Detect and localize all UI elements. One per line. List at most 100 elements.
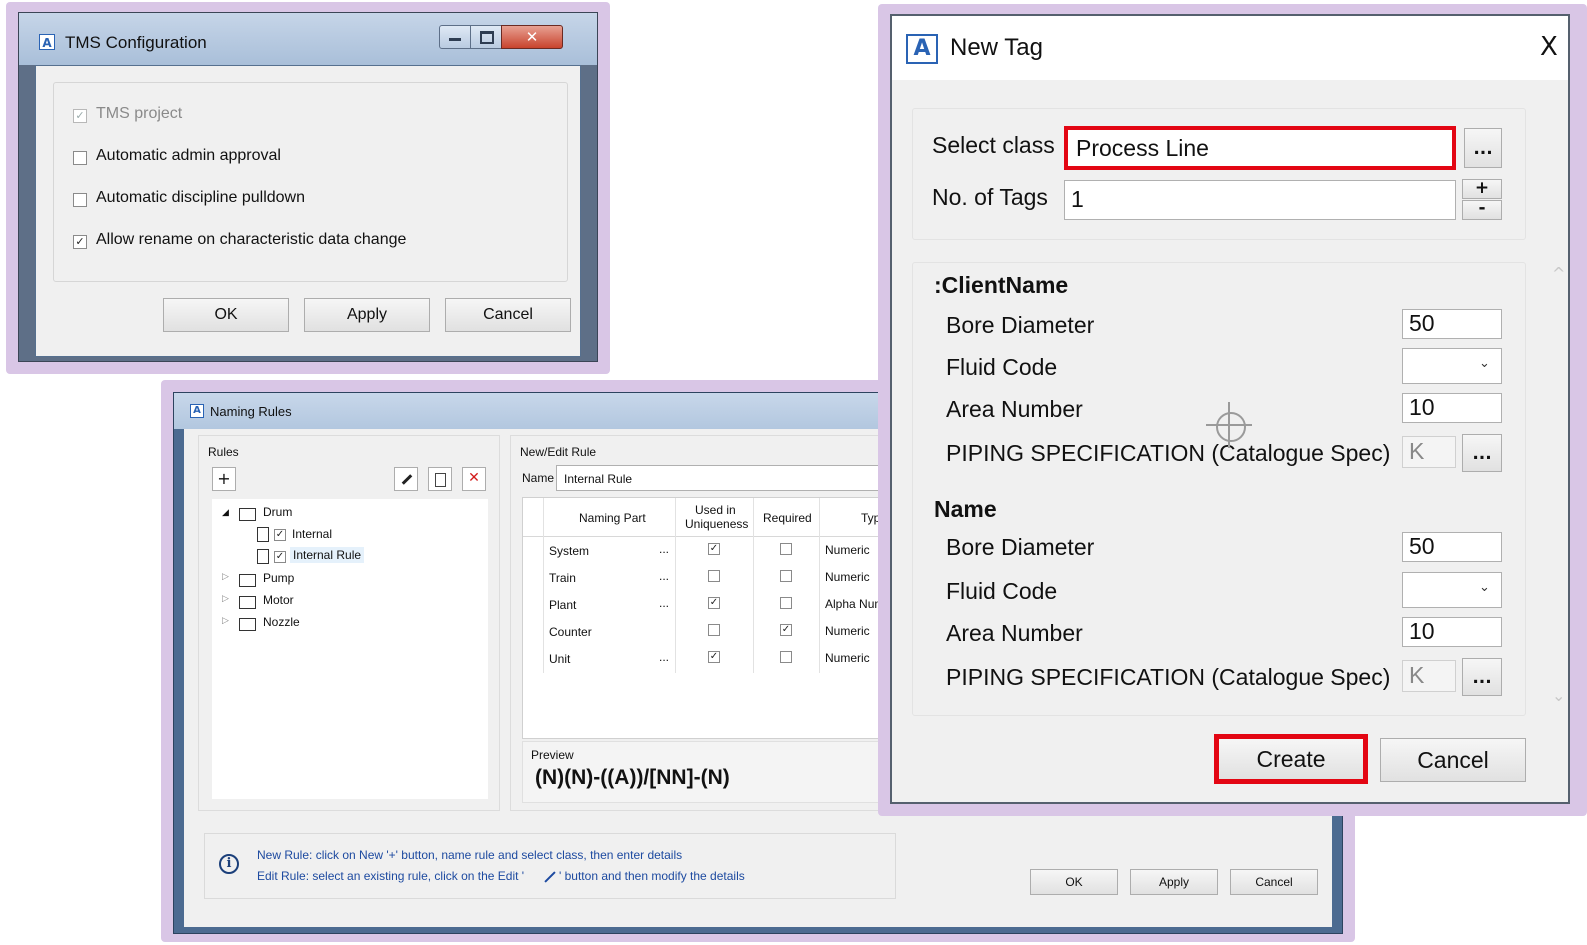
bore-diameter-input-2[interactable]: 50: [1402, 532, 1502, 562]
scroll-up-icon[interactable]: ^: [1552, 264, 1565, 283]
minimize-button[interactable]: [439, 25, 471, 49]
app-logo-icon: A: [39, 34, 55, 50]
tags-increment-button[interactable]: +: [1462, 179, 1502, 199]
row-part: Train: [549, 571, 576, 585]
piping-spec-input-1[interactable]: K: [1402, 436, 1456, 468]
row-part: Plant: [549, 598, 577, 612]
row-required-checkbox[interactable]: ✓: [780, 624, 792, 636]
select-class-input[interactable]: Process Line: [1064, 126, 1456, 170]
select-class-value: Process Line: [1076, 135, 1209, 161]
auto-discipline-pulldown-label: Automatic discipline pulldown: [96, 189, 305, 206]
col-used-line2: Uniqueness: [685, 517, 749, 531]
area-number-input-1[interactable]: 10: [1402, 393, 1502, 423]
tms-apply-button[interactable]: Apply: [304, 298, 430, 332]
row-required-checkbox[interactable]: [780, 597, 792, 609]
select-class-label: Select class: [932, 132, 1055, 158]
tags-count-input[interactable]: 1: [1064, 180, 1456, 220]
piping-spec-value-2: K: [1409, 662, 1425, 688]
close-button[interactable]: ✕: [501, 25, 563, 49]
drum-folder-icon: [239, 508, 256, 521]
maximize-icon: [480, 31, 494, 44]
move-cursor-icon: [1202, 398, 1258, 454]
allow-rename-checkbox[interactable]: ✓: [73, 235, 87, 249]
row-browse-button[interactable]: ...: [659, 596, 669, 610]
fluid-code-label-2: Fluid Code: [946, 578, 1058, 604]
row-used-checkbox[interactable]: [708, 570, 720, 582]
close-icon[interactable]: X: [1540, 32, 1558, 62]
row-used-checkbox[interactable]: ✓: [708, 651, 720, 663]
area-number-label-2: Area Number: [946, 620, 1083, 646]
new-tag-title-bar: A New Tag X: [892, 16, 1568, 80]
allow-rename-label: Allow rename on characteristic data chan…: [96, 231, 407, 248]
naming-apply-button[interactable]: Apply: [1130, 869, 1218, 895]
motor-folder-icon: [239, 596, 256, 609]
col-naming-part: Naming Part: [579, 511, 646, 525]
chevron-down-icon: ⌄: [1479, 580, 1490, 595]
naming-cancel-button[interactable]: Cancel: [1230, 869, 1318, 895]
area-number-input-2[interactable]: 10: [1402, 617, 1502, 647]
nozzle-expand-icon[interactable]: ▷: [222, 615, 229, 626]
tms-window-title: TMS Configuration: [65, 33, 207, 52]
drum-expand-icon[interactable]: ◢: [222, 507, 229, 518]
tree-item-pump[interactable]: Pump: [263, 571, 294, 585]
row-browse-button[interactable]: ...: [659, 650, 669, 664]
nozzle-folder-icon: [239, 618, 256, 631]
maximize-button[interactable]: [470, 25, 502, 49]
bore-diameter-input-1[interactable]: 50: [1402, 309, 1502, 339]
row-required-checkbox[interactable]: [780, 543, 792, 555]
piping-spec-browse-button-2[interactable]: ...: [1462, 658, 1502, 696]
auto-admin-approval-label: Automatic admin approval: [96, 147, 281, 164]
new-tag-window: A New Tag X Select class Process Line ..…: [890, 14, 1570, 804]
edit-rule-button[interactable]: [394, 467, 418, 491]
auto-admin-approval-checkbox[interactable]: [73, 151, 87, 165]
tms-project-checkbox[interactable]: ✓: [73, 109, 87, 123]
delete-rule-button[interactable]: ✕: [462, 467, 486, 491]
piping-spec-label-2: PIPING SPECIFICATION (Catalogue Spec): [946, 664, 1391, 690]
row-browse-button[interactable]: ...: [659, 569, 669, 583]
rules-label: Rules: [208, 445, 239, 459]
tree-item-drum[interactable]: Drum: [263, 505, 292, 519]
name-label: Name: [522, 471, 555, 485]
naming-ok-button[interactable]: OK: [1030, 869, 1118, 895]
piping-spec-input-2[interactable]: K: [1402, 660, 1456, 692]
rule-name-value: Internal Rule: [564, 472, 633, 486]
app-logo-icon: A: [190, 404, 204, 418]
fluid-code-select-1[interactable]: ⌄: [1402, 348, 1502, 384]
add-rule-button[interactable]: +: [212, 467, 236, 491]
copy-rule-button[interactable]: [428, 467, 452, 491]
piping-spec-browse-button-1[interactable]: ...: [1462, 434, 1502, 472]
area-number-value-2: 10: [1409, 618, 1435, 644]
col-used-line1: Used in: [695, 503, 736, 517]
col-required: Required: [763, 511, 812, 525]
close-icon: ✕: [525, 28, 539, 46]
select-class-browse-button[interactable]: ...: [1464, 128, 1502, 168]
row-required-checkbox[interactable]: [780, 570, 792, 582]
motor-expand-icon[interactable]: ▷: [222, 593, 229, 604]
internal-checkbox[interactable]: ✓: [274, 529, 286, 541]
tree-item-nozzle[interactable]: Nozzle: [263, 615, 300, 629]
auto-discipline-pulldown-checkbox[interactable]: [73, 193, 87, 207]
create-button[interactable]: Create: [1214, 734, 1368, 784]
row-used-checkbox[interactable]: ✓: [708, 597, 720, 609]
chevron-down-icon: ⌄: [1479, 356, 1490, 371]
fluid-code-select-2[interactable]: ⌄: [1402, 572, 1502, 608]
pump-expand-icon[interactable]: ▷: [222, 571, 229, 582]
tms-title-bar: A TMS Configuration ✕: [19, 13, 597, 65]
internal-rule-checkbox[interactable]: ✓: [274, 551, 286, 563]
row-browse-button[interactable]: ...: [659, 542, 669, 556]
row-required-checkbox[interactable]: [780, 651, 792, 663]
tree-item-internal-rule[interactable]: Internal Rule: [290, 547, 365, 563]
tms-project-label: TMS project: [96, 105, 183, 122]
row-used-checkbox[interactable]: [708, 624, 720, 636]
scroll-down-icon[interactable]: ⌄: [1552, 686, 1565, 705]
tags-decrement-button[interactable]: -: [1462, 200, 1502, 220]
row-used-checkbox[interactable]: ✓: [708, 543, 720, 555]
tms-cancel-button[interactable]: Cancel: [445, 298, 571, 332]
row-type: Numeric: [825, 651, 870, 665]
rule-name-input[interactable]: Internal Rule: [556, 465, 886, 491]
tms-ok-button[interactable]: OK: [163, 298, 289, 332]
new-tag-cancel-button[interactable]: Cancel: [1380, 738, 1526, 782]
tree-item-internal[interactable]: Internal: [292, 527, 332, 541]
tree-item-motor[interactable]: Motor: [263, 593, 294, 607]
naming-rules-title: Naming Rules: [210, 404, 292, 419]
